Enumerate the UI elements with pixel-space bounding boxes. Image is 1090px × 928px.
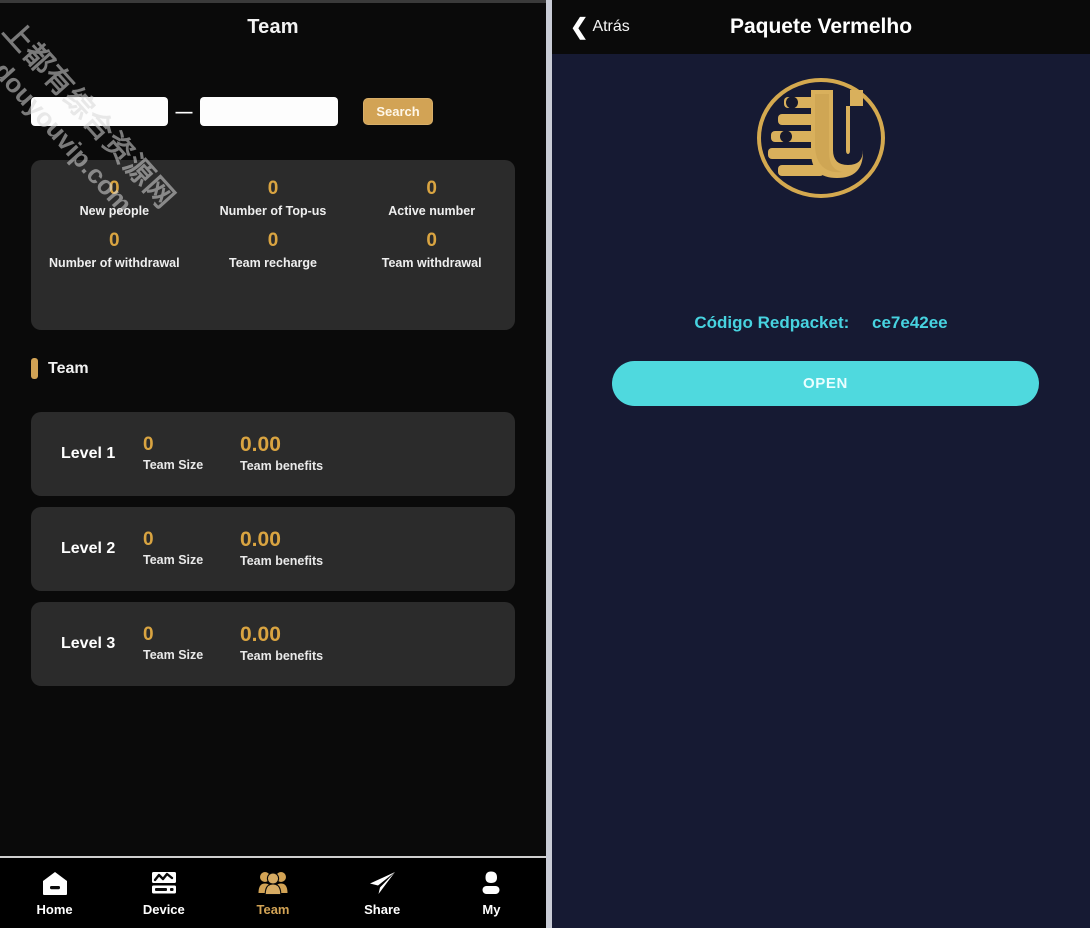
home-icon bbox=[41, 869, 69, 897]
table-row[interactable]: Level 1 0 Team Size 0.00 Team benefits bbox=[31, 412, 515, 496]
nav-item-share[interactable]: Share bbox=[328, 858, 437, 928]
metric-value: 0 bbox=[143, 624, 154, 646]
page-title: Team bbox=[247, 16, 299, 38]
level-name: Level 1 bbox=[61, 445, 116, 462]
user-profile-icon bbox=[477, 869, 505, 897]
metric-value: 0.00 bbox=[240, 623, 281, 647]
brand-logo-icon bbox=[751, 68, 891, 208]
redpacket-header: ❮ Atrás Paquete Vermelho bbox=[552, 0, 1090, 54]
metric-label: Team benefits bbox=[240, 649, 324, 664]
stat-value: 0 bbox=[109, 178, 120, 199]
nav-item-my[interactable]: My bbox=[437, 858, 546, 928]
search-row: — Search bbox=[31, 96, 471, 126]
stat-new-people: 0 New people bbox=[35, 176, 194, 220]
section-accent-bar-icon bbox=[31, 358, 38, 379]
team-stats-grid: 0 New people 0 Number of Top-us 0 Active… bbox=[31, 160, 515, 272]
team-stats-card: 0 New people 0 Number of Top-us 0 Active… bbox=[31, 160, 515, 330]
nav-label: Device bbox=[142, 902, 185, 917]
chevron-left-icon: ❮ bbox=[570, 14, 589, 39]
table-row[interactable]: Level 2 0 Team Size 0.00 Team benefits bbox=[31, 507, 515, 591]
level-team-size: 0 Team Size bbox=[143, 625, 240, 662]
stat-team-recharge: 0 Team recharge bbox=[194, 228, 353, 272]
top-divider bbox=[0, 0, 546, 3]
level-name: Level 2 bbox=[61, 540, 116, 557]
stat-label: Team withdrawal bbox=[381, 256, 482, 270]
stat-active-number: 0 Active number bbox=[352, 176, 511, 220]
level-team-size: 0 Team Size bbox=[143, 530, 240, 567]
stat-number-of-withdrawal: 0 Number of withdrawal bbox=[35, 228, 194, 272]
nav-item-home[interactable]: Home bbox=[0, 858, 109, 928]
metric-value: 0.00 bbox=[240, 528, 281, 552]
stat-label: New people bbox=[79, 204, 150, 218]
nav-label: Home bbox=[36, 902, 73, 917]
search-start-input[interactable] bbox=[31, 96, 168, 126]
team-level-list: Level 1 0 Team Size 0.00 Team benefits L… bbox=[31, 412, 515, 697]
stat-label: Number of withdrawal bbox=[49, 256, 180, 270]
nav-label: Team bbox=[256, 902, 290, 917]
stat-value: 0 bbox=[426, 178, 437, 199]
stat-value: 0 bbox=[426, 230, 437, 251]
redpacket-code-label: Código Redpacket: bbox=[694, 313, 850, 332]
level-name: Level 3 bbox=[61, 635, 116, 652]
bottom-navigation-bar: Home Device Team Share My bbox=[0, 858, 546, 928]
stat-value: 0 bbox=[267, 230, 279, 251]
open-button[interactable]: OPEN bbox=[612, 361, 1039, 406]
metric-label: Team Size bbox=[143, 458, 204, 473]
metric-label: Team benefits bbox=[240, 459, 324, 474]
stat-label: Active number bbox=[388, 204, 476, 218]
metric-value: 0 bbox=[143, 434, 154, 456]
level-team-benefits: 0.00 Team benefits bbox=[240, 529, 323, 568]
nav-label: Share bbox=[364, 902, 401, 917]
metric-label: Team Size bbox=[143, 648, 204, 663]
stat-number-of-topups: 0 Number of Top-us bbox=[194, 176, 353, 220]
nav-item-device[interactable]: Device bbox=[109, 858, 218, 928]
level-team-benefits: 0.00 Team benefits bbox=[240, 434, 323, 473]
nav-item-team[interactable]: Team bbox=[218, 858, 327, 928]
metric-label: Team Size bbox=[143, 553, 204, 568]
device-icon bbox=[150, 869, 178, 897]
section-title: Team bbox=[48, 359, 89, 377]
metric-label: Team benefits bbox=[240, 554, 324, 569]
search-end-input[interactable] bbox=[200, 96, 338, 126]
redpacket-title: Paquete Vermelho bbox=[729, 15, 913, 38]
stat-value: 0 bbox=[109, 230, 120, 251]
back-button[interactable]: ❮ Atrás bbox=[570, 16, 630, 38]
back-label: Atrás bbox=[592, 18, 630, 35]
app-screenshot: Team — Search 0 New people 0 Number of T… bbox=[0, 0, 1090, 928]
metric-value: 0 bbox=[143, 529, 154, 551]
redpacket-code-value: ce7e42ee bbox=[872, 313, 948, 332]
search-range-separator: — bbox=[175, 101, 193, 121]
search-button[interactable]: Search bbox=[363, 97, 433, 125]
team-panel: Team — Search 0 New people 0 Number of T… bbox=[0, 0, 546, 928]
level-team-size: 0 Team Size bbox=[143, 435, 240, 472]
redpacket-code-row: Código Redpacket: ce7e42ee bbox=[552, 313, 1090, 333]
nav-label: My bbox=[482, 902, 501, 917]
level-team-benefits: 0.00 Team benefits bbox=[240, 624, 323, 663]
stat-value: 0 bbox=[267, 178, 279, 199]
stat-team-withdrawal: 0 Team withdrawal bbox=[352, 228, 511, 272]
team-icon bbox=[258, 869, 288, 897]
stat-label: Number of Top-us bbox=[219, 204, 327, 218]
redpacket-panel: ❮ Atrás Paquete Vermelho Código Redpacke… bbox=[552, 0, 1090, 928]
team-section-header: Team bbox=[31, 358, 89, 379]
metric-value: 0.00 bbox=[240, 433, 281, 457]
share-paperplane-icon bbox=[367, 869, 397, 897]
table-row[interactable]: Level 3 0 Team Size 0.00 Team benefits bbox=[31, 602, 515, 686]
stat-label: Team recharge bbox=[228, 256, 317, 270]
